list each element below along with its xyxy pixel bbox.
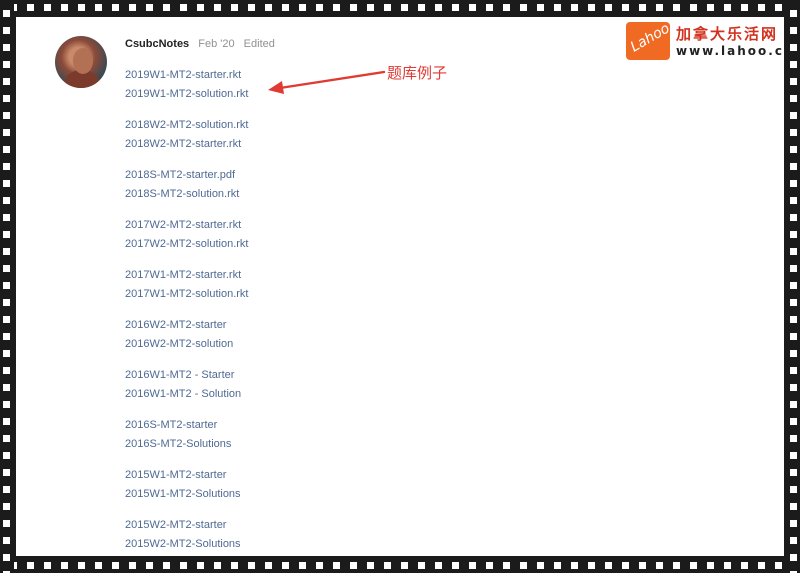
file-link[interactable]: 2017W1-MT2-solution.rkt xyxy=(125,285,249,304)
edited-indicator[interactable]: Edited xyxy=(244,38,275,50)
file-link[interactable]: 2019W1-MT2-solution.rkt xyxy=(125,85,249,104)
file-link[interactable]: 2019W1-MT2-starter.rkt xyxy=(125,66,249,85)
lahoo-logo-icon: Lahoo xyxy=(626,20,673,60)
file-link[interactable]: 2017W1-MT2-starter.rkt xyxy=(125,266,249,285)
file-group: 2016W2-MT2-starter 2016W2-MT2-solution xyxy=(125,316,249,354)
file-link-list: 2019W1-MT2-starter.rkt 2019W1-MT2-soluti… xyxy=(125,66,249,556)
file-link[interactable]: 2016W2-MT2-solution xyxy=(125,335,249,354)
watermark-logo-text: Lahoo xyxy=(627,20,673,56)
file-group: 2018W2-MT2-solution.rkt 2018W2-MT2-start… xyxy=(125,116,249,154)
file-link[interactable]: 2015W1-MT2-starter xyxy=(125,466,249,485)
file-group: 2015W1-MT2-starter 2015W1-MT2-Solutions xyxy=(125,466,249,504)
file-group: 2016S-MT2-starter 2016S-MT2-Solutions xyxy=(125,416,249,454)
post-date[interactable]: Feb '20 xyxy=(198,38,234,50)
frame-border-bottom xyxy=(0,557,800,573)
file-link[interactable]: 2016W1-MT2 - Solution xyxy=(125,385,249,404)
file-link[interactable]: 2016S-MT2-starter xyxy=(125,416,249,435)
file-link[interactable]: 2017W2-MT2-solution.rkt xyxy=(125,235,249,254)
watermark-url: www.lahoo.ca xyxy=(676,44,784,58)
frame-border-left xyxy=(0,0,14,573)
frame-border-top xyxy=(0,0,800,16)
file-link[interactable]: 2018W2-MT2-starter.rkt xyxy=(125,135,249,154)
forum-post: CsubcNotes Feb '20 Edited 2019W1-MT2-sta… xyxy=(16,17,784,556)
annotation-label: 题库例子 xyxy=(387,64,448,82)
file-link[interactable]: 2017W2-MT2-starter.rkt xyxy=(125,216,249,235)
avatar-figure-face xyxy=(73,48,93,74)
file-link[interactable]: 2015W1-MT2-Solutions xyxy=(125,485,249,504)
file-link[interactable]: 2016W1-MT2 - Starter xyxy=(125,366,249,385)
annotation-arrow-icon xyxy=(268,70,386,94)
file-group: 2015W2-MT2-starter 2015W2-MT2-Solutions xyxy=(125,516,249,554)
file-link[interactable]: 2016W2-MT2-starter xyxy=(125,316,249,335)
file-link[interactable]: 2018S-MT2-solution.rkt xyxy=(125,185,249,204)
file-group: 2017W1-MT2-starter.rkt 2017W1-MT2-soluti… xyxy=(125,266,249,304)
file-link[interactable]: 2015W2-MT2-starter xyxy=(125,516,249,535)
file-group: 2019W1-MT2-starter.rkt 2019W1-MT2-soluti… xyxy=(125,66,249,104)
watermark: Lahoo 加拿大乐活网 www.lahoo.ca xyxy=(626,20,784,64)
watermark-site-name: 加拿大乐活网 xyxy=(676,25,779,43)
avatar[interactable] xyxy=(55,36,107,88)
frame-border-right xyxy=(786,0,800,573)
file-link[interactable]: 2018S-MT2-starter.pdf xyxy=(125,166,249,185)
file-group: 2016W1-MT2 - Starter 2016W1-MT2 - Soluti… xyxy=(125,366,249,404)
author-name[interactable]: CsubcNotes xyxy=(125,38,189,50)
post-meta: CsubcNotes Feb '20 Edited xyxy=(125,38,275,50)
file-link[interactable]: 2016S-MT2-Solutions xyxy=(125,435,249,454)
file-link[interactable]: 2018W2-MT2-solution.rkt xyxy=(125,116,249,135)
file-group: 2017W2-MT2-starter.rkt 2017W2-MT2-soluti… xyxy=(125,216,249,254)
file-link[interactable]: 2015W2-MT2-Solutions xyxy=(125,535,249,554)
file-group: 2018S-MT2-starter.pdf 2018S-MT2-solution… xyxy=(125,166,249,204)
